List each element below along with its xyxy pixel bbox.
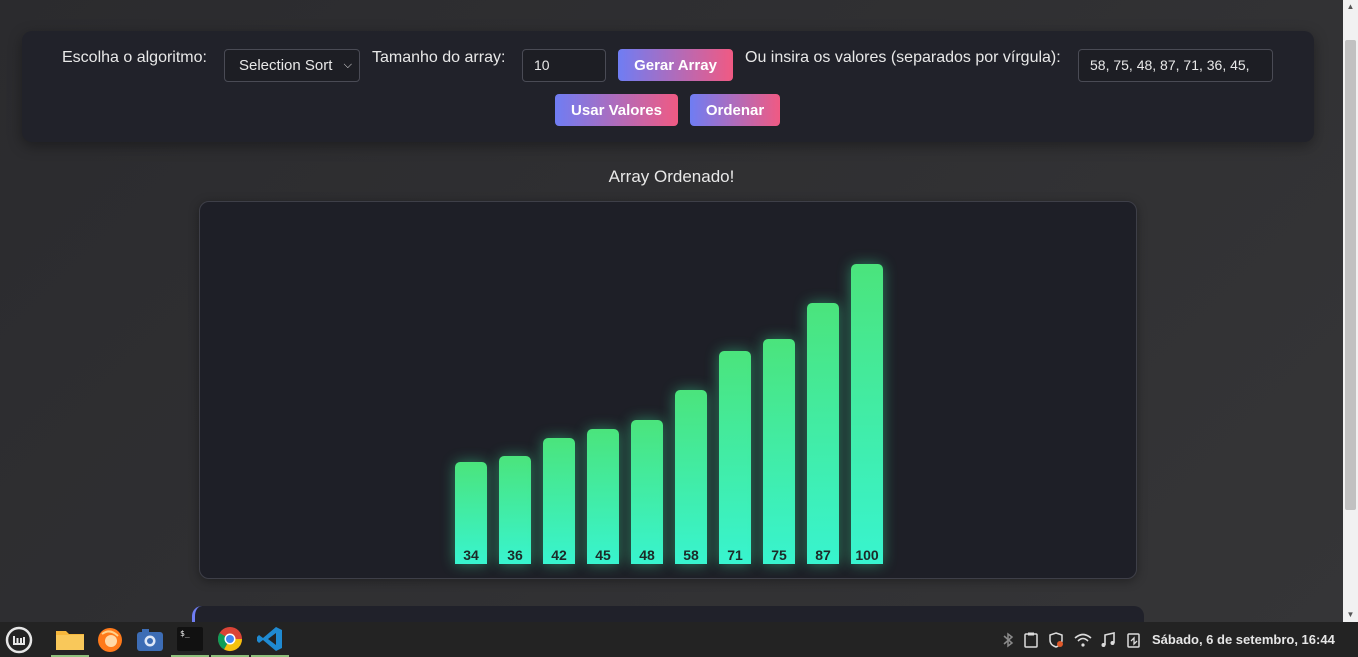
browser-page: Escolha o algoritmo: Selection Sort ⌵ Ta… bbox=[0, 0, 1343, 622]
files-folder-icon[interactable] bbox=[51, 622, 89, 657]
algorithm-select[interactable]: Selection Sort ⌵ bbox=[224, 49, 360, 82]
bluetooth-icon[interactable] bbox=[1002, 622, 1014, 657]
bar-36: 36 bbox=[499, 456, 531, 564]
linux-mint-menu-icon[interactable] bbox=[0, 622, 38, 657]
bar-87: 87 bbox=[807, 303, 839, 564]
terminal-icon[interactable]: $_ bbox=[171, 622, 209, 657]
algorithm-selected-value: Selection Sort bbox=[239, 57, 333, 74]
bar-45: 45 bbox=[587, 429, 619, 564]
bar-value-label: 71 bbox=[727, 547, 743, 563]
page-scrollbar[interactable]: ▲ ▼ bbox=[1343, 0, 1358, 622]
algorithm-label: Escolha o algoritmo: bbox=[62, 49, 207, 66]
array-bar-chart: 34 36 42 45 48 58 71 75 87 100 bbox=[199, 201, 1137, 579]
scroll-thumb[interactable] bbox=[1345, 40, 1356, 510]
bar-value-label: 87 bbox=[815, 547, 831, 563]
bar-value-label: 48 bbox=[639, 547, 655, 563]
chevron-down-icon: ⌵ bbox=[343, 59, 352, 71]
bar-34: 34 bbox=[455, 462, 487, 564]
shield-update-icon[interactable] bbox=[1048, 622, 1064, 657]
bar-value-label: 75 bbox=[771, 547, 787, 563]
controls-panel: Escolha o algoritmo: Selection Sort ⌵ Ta… bbox=[22, 31, 1314, 142]
values-input[interactable]: 58, 75, 48, 87, 71, 36, 45, bbox=[1078, 49, 1273, 82]
bar-100: 100 bbox=[851, 264, 883, 564]
clipboard-icon[interactable] bbox=[1024, 622, 1038, 657]
bar-value-label: 58 bbox=[683, 547, 699, 563]
firefox-icon[interactable] bbox=[91, 622, 129, 657]
sound-music-icon[interactable] bbox=[1100, 622, 1116, 657]
svg-text:$_: $_ bbox=[180, 629, 190, 638]
bar-value-label: 100 bbox=[855, 547, 879, 563]
use-values-button[interactable]: Usar Valores bbox=[555, 94, 678, 126]
size-input[interactable]: 10 bbox=[522, 49, 606, 82]
generate-array-button[interactable]: Gerar Array bbox=[618, 49, 733, 81]
bar-42: 42 bbox=[543, 438, 575, 564]
bar-value-label: 45 bbox=[595, 547, 611, 563]
screenshot-camera-icon[interactable] bbox=[131, 622, 169, 657]
scroll-down-arrow-icon[interactable]: ▼ bbox=[1343, 608, 1358, 622]
sort-button[interactable]: Ordenar bbox=[690, 94, 780, 126]
next-panel bbox=[192, 606, 1144, 622]
clock[interactable]: Sábado, 6 de setembro, 16:44 bbox=[1152, 622, 1335, 657]
size-label: Tamanho do array: bbox=[372, 49, 506, 66]
status-message: Array Ordenado! bbox=[608, 167, 735, 186]
bar-value-label: 42 bbox=[551, 547, 567, 563]
chrome-icon[interactable] bbox=[211, 622, 249, 657]
bar-75: 75 bbox=[763, 339, 795, 564]
bar-71: 71 bbox=[719, 351, 751, 564]
taskbar: $_ Sábado, 6 de setembro, 16:44 bbox=[0, 622, 1358, 657]
bar-value-label: 36 bbox=[507, 547, 523, 563]
vscode-icon[interactable] bbox=[251, 622, 289, 657]
wifi-icon[interactable] bbox=[1074, 622, 1092, 657]
bar-value-label: 34 bbox=[463, 547, 479, 563]
bar-58: 58 bbox=[675, 390, 707, 564]
bar-48: 48 bbox=[631, 420, 663, 564]
values-label: Ou insira os valores (separados por vírg… bbox=[745, 49, 1061, 66]
battery-clipboard-icon[interactable] bbox=[1126, 622, 1142, 657]
scroll-up-arrow-icon[interactable]: ▲ bbox=[1343, 0, 1358, 14]
